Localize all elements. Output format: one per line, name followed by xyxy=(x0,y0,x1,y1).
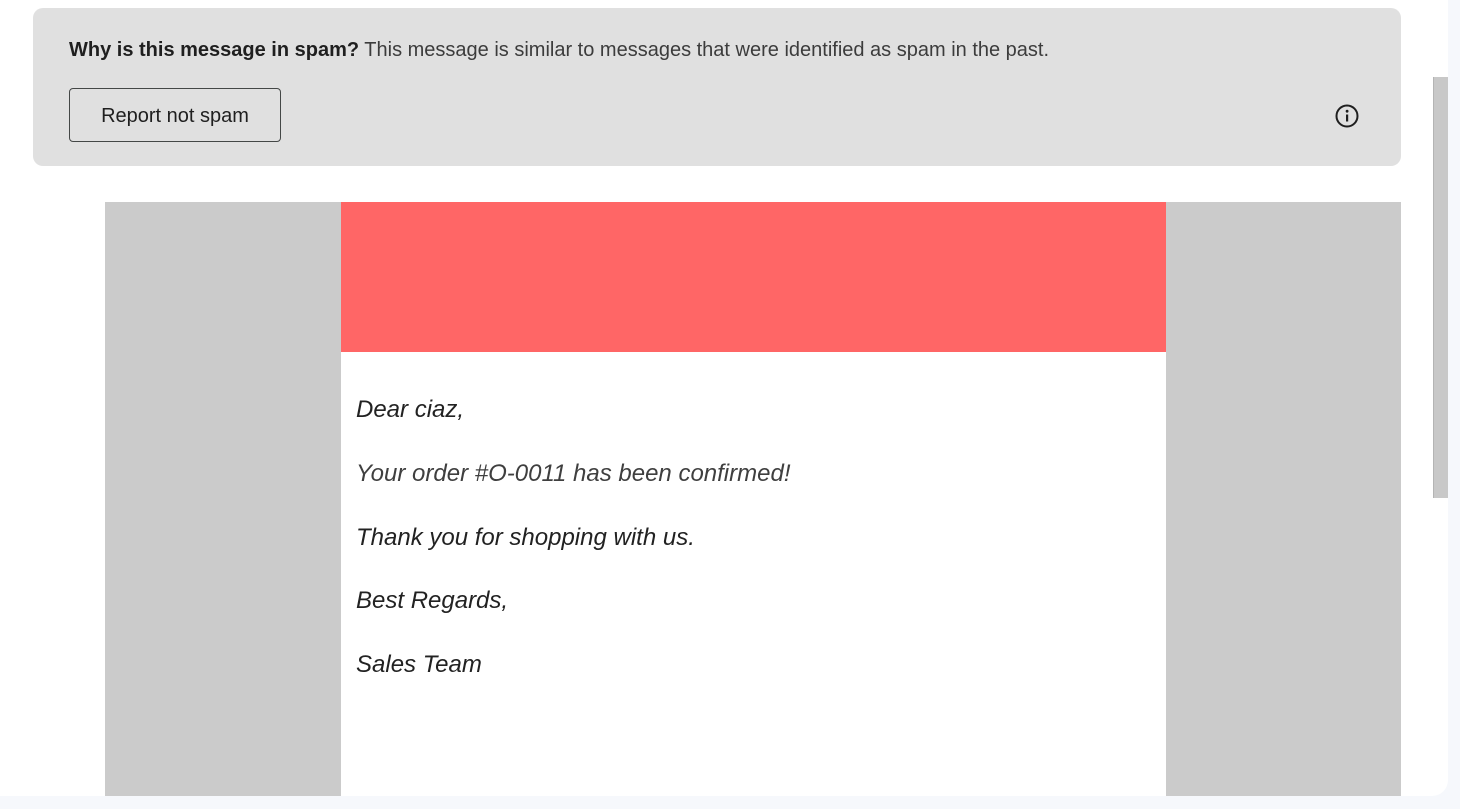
spam-explanation: This message is similar to messages that… xyxy=(364,39,1050,61)
message-view: Why is this message in spam? This messag… xyxy=(0,0,1448,796)
email-thanks: Thank you for shopping with us. xyxy=(356,524,695,551)
email-signature: Sales Team xyxy=(356,651,482,678)
spam-reason-text: Why is this message in spam? This messag… xyxy=(69,39,1049,62)
scrollbar[interactable] xyxy=(1433,77,1448,498)
spam-question: Why is this message in spam? xyxy=(69,39,360,61)
info-icon[interactable] xyxy=(1334,103,1360,129)
email-closing: Best Regards, xyxy=(356,587,509,614)
email-greeting: Dear ciaz, xyxy=(356,396,465,423)
email-header-banner xyxy=(341,202,1166,352)
spam-warning-banner: Why is this message in spam? This messag… xyxy=(33,8,1401,166)
report-not-spam-button[interactable]: Report not spam xyxy=(69,88,281,142)
email-content-frame: Dear ciaz, Your order #O-0011 has been c… xyxy=(105,202,1401,796)
email-order-confirmation: Your order #O-0011 has been confirmed! xyxy=(356,460,791,487)
email-body: Dear ciaz, Your order #O-0011 has been c… xyxy=(341,202,1166,796)
scrollbar-thumb[interactable] xyxy=(1433,77,1448,498)
